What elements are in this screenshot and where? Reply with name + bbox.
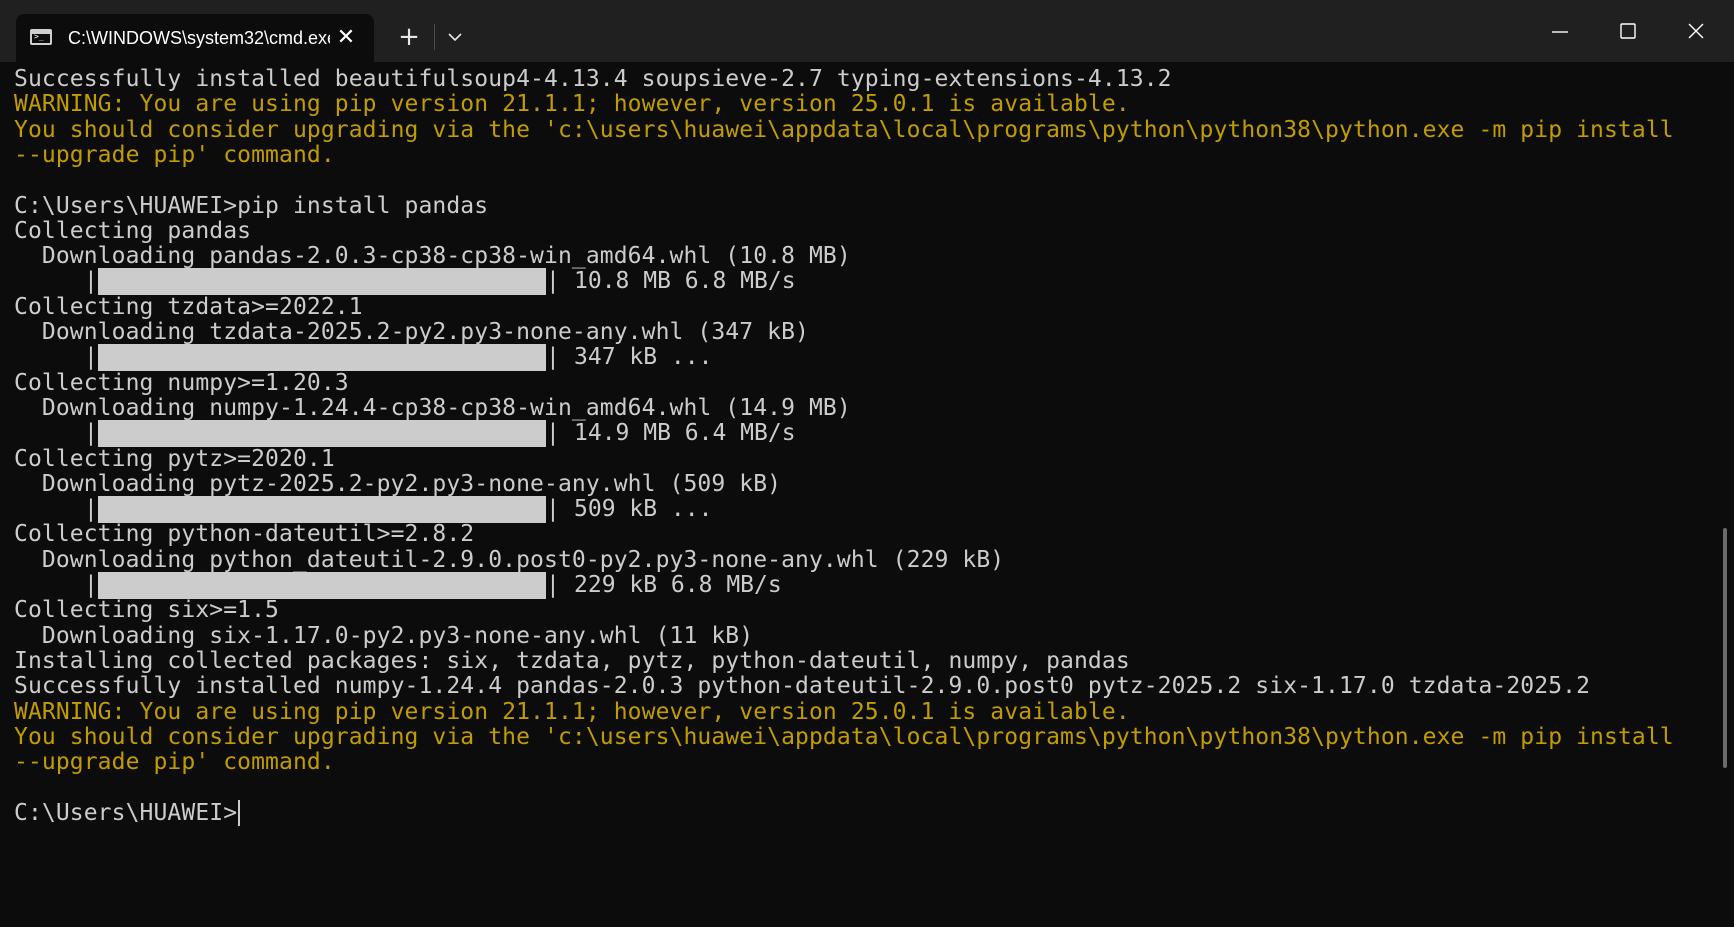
output-line: Successfully installed beautifulsoup4-4.… <box>14 66 1172 92</box>
maximize-icon <box>1620 23 1636 39</box>
terminal-icon <box>30 29 52 45</box>
progress-bar-edge: | <box>84 344 98 371</box>
progress-bar-edge: | <box>84 572 98 598</box>
output-line: Installing collected packages: six, tzda… <box>14 647 1130 674</box>
progress-bar-edge: | <box>546 572 560 598</box>
tab-title: C:\WINDOWS\system32\cmd.exe <box>68 28 330 48</box>
tab-separator <box>434 24 435 50</box>
warning-line: --upgrade pip' command. <box>14 749 335 776</box>
chevron-down-icon <box>448 33 462 42</box>
warning-line: You should consider upgrading via the 'c… <box>14 116 1674 143</box>
warning-line: WARNING: You are using pip version 21.1.… <box>14 91 1130 118</box>
progress-text: 229 kB 6.8 MB/s <box>574 572 782 598</box>
terminal-window: C:\WINDOWS\system32\cmd.exe ✕ + S <box>0 0 1734 927</box>
output-line: Downloading pytz-2025.2-py2.py3-none-any… <box>14 470 782 497</box>
progress-bar <box>98 572 546 599</box>
tab-cmd[interactable]: C:\WINDOWS\system32\cmd.exe ✕ <box>16 14 374 62</box>
progress-text: 10.8 MB 6.8 MB/s <box>574 268 796 295</box>
title-bar: C:\WINDOWS\system32\cmd.exe ✕ + <box>0 0 1734 62</box>
minimize-button[interactable] <box>1526 0 1594 62</box>
output-line: Downloading tzdata-2025.2-py2.py3-none-a… <box>14 319 809 345</box>
tab-close-button[interactable]: ✕ <box>330 22 362 54</box>
progress-text: 347 kB ... <box>574 344 713 371</box>
warning-line: WARNING: You are using pip version 21.1.… <box>14 698 1130 725</box>
progress-bar <box>98 496 546 524</box>
progress-line: | | 10.8 MB 6.8 MB/s <box>14 267 1014 296</box>
warning-line: You should consider upgrading via the 'c… <box>14 723 1674 750</box>
scrollbar-thumb[interactable] <box>1723 528 1727 768</box>
progress-line: | | 509 kB ... <box>14 495 1014 524</box>
output-line: Collecting six>=1.5 <box>14 597 279 624</box>
output-line: Collecting numpy>=1.20.3 <box>14 369 349 396</box>
command-prompt: C:\Users\HUAWEI> <box>14 799 238 826</box>
progress-text: 14.9 MB 6.4 MB/s <box>574 420 796 447</box>
progress-bar-edge: | <box>546 496 560 523</box>
text-cursor <box>238 799 241 826</box>
output-line: Successfully installed numpy-1.24.4 pand… <box>14 673 1591 700</box>
output-line: Collecting pandas <box>14 217 252 244</box>
progress-line: | | 347 kB ... <box>14 343 1014 372</box>
progress-bar <box>98 420 546 448</box>
progress-bar-edge: | <box>546 344 560 371</box>
output-line: Collecting tzdata>=2022.1 <box>14 293 363 320</box>
progress-line: | | 229 kB 6.8 MB/s <box>14 571 1014 599</box>
progress-bar-edge: | <box>546 420 560 447</box>
progress-bar-edge: | <box>84 420 98 447</box>
new-tab-button[interactable]: + <box>392 20 426 54</box>
minimize-icon <box>1552 31 1568 33</box>
terminal-output[interactable]: Successfully installed beautifulsoup4-4.… <box>0 62 1720 927</box>
output-line: Downloading six-1.17.0-py2.py3-none-any.… <box>14 622 754 649</box>
output-line: Collecting python-dateutil>=2.8.2 <box>14 521 475 548</box>
progress-line: | | 14.9 MB 6.4 MB/s <box>14 419 1014 448</box>
output-line: Collecting pytz>=2020.1 <box>14 445 335 472</box>
progress-bar-edge: | <box>546 268 560 295</box>
output-line: Downloading python_dateutil-2.9.0.post0-… <box>14 546 1005 573</box>
progress-bar <box>98 268 546 296</box>
tab-dropdown-button[interactable] <box>440 20 470 54</box>
progress-bar-edge: | <box>84 496 98 523</box>
progress-text: 509 kB ... <box>574 496 713 523</box>
progress-bar <box>98 344 546 372</box>
output-line: Downloading pandas-2.0.3-cp38-cp38-win_a… <box>14 243 851 270</box>
warning-line: --upgrade pip' command. <box>14 141 335 168</box>
output-line: C:\Users\HUAWEI>pip install pandas <box>14 192 489 219</box>
maximize-button[interactable] <box>1594 0 1662 62</box>
close-window-button[interactable] <box>1662 0 1730 62</box>
progress-bar-edge: | <box>84 268 98 295</box>
output-line: Downloading numpy-1.24.4-cp38-cp38-win_a… <box>14 394 851 421</box>
close-icon <box>1688 23 1704 39</box>
